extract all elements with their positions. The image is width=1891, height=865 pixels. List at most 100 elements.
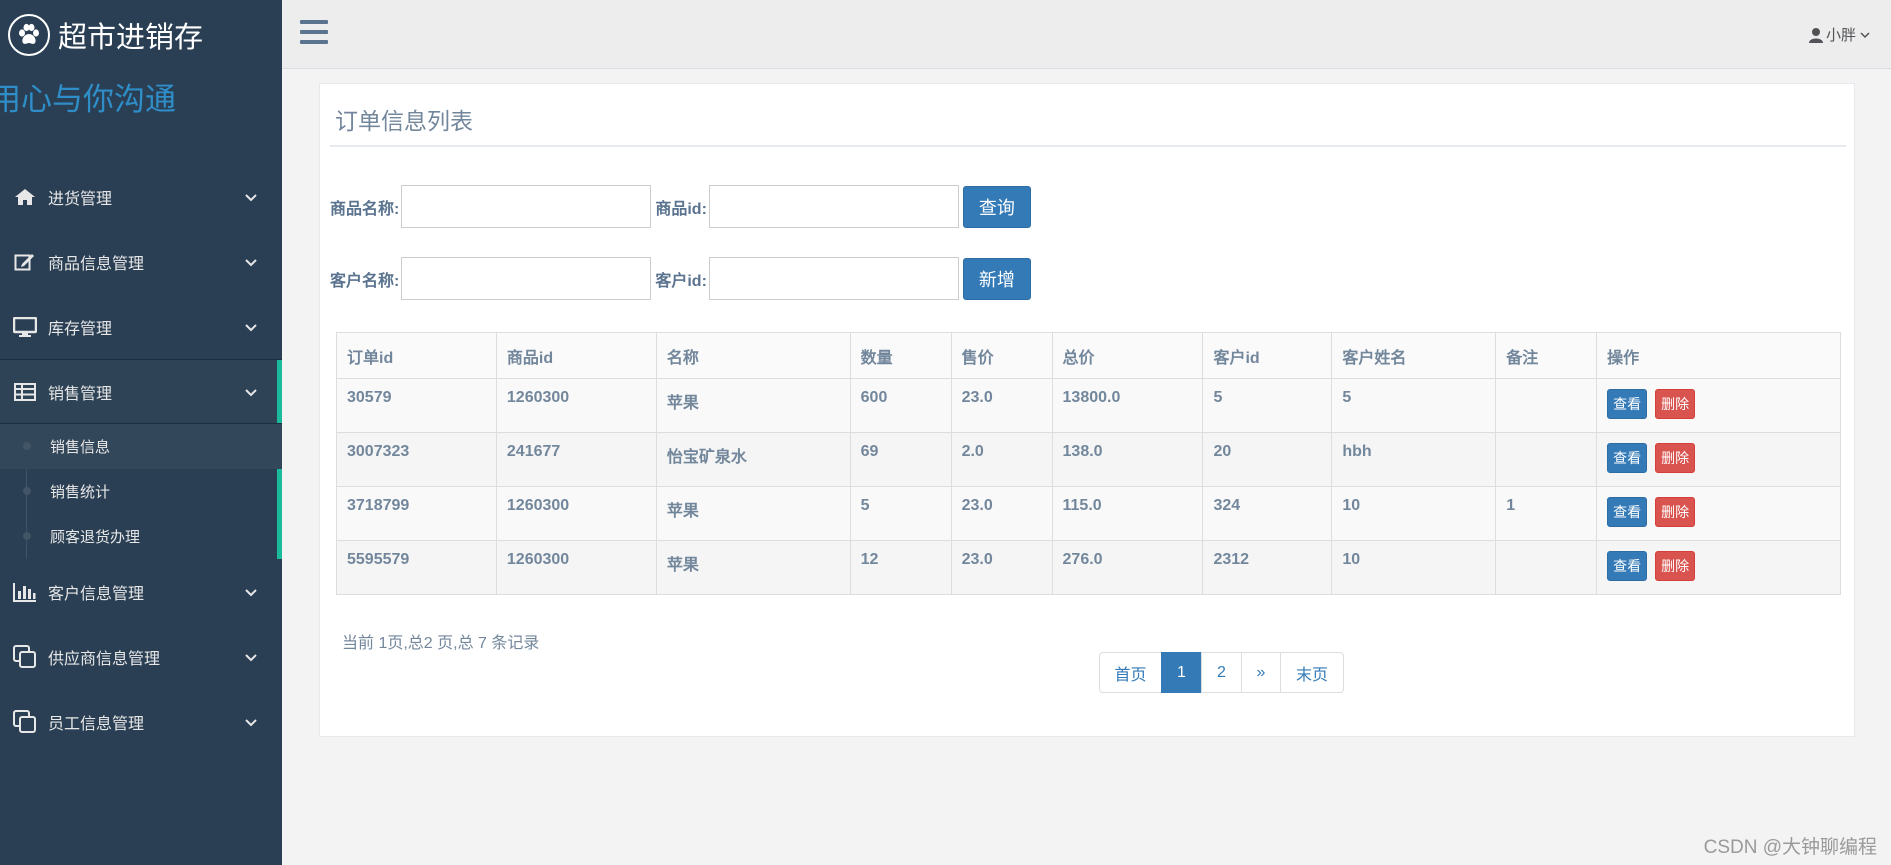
page-info: 当前 1页,总2 页,总 7 条记录: [342, 635, 540, 652]
sidebar-item-inventory[interactable]: 库存管理: [0, 294, 282, 359]
cell-remark: [1495, 540, 1598, 595]
sidebar-item-sales[interactable]: 销售管理: [0, 359, 282, 424]
page-link-2[interactable]: 2: [1201, 652, 1242, 693]
product-name-input[interactable]: [401, 185, 652, 228]
table-header-row: 订单id 商品id 名称 数量 售价 总价 客户id 客户姓名 备注 操作: [336, 332, 1841, 379]
user-name: 小胖: [1825, 27, 1856, 44]
cell-total: 276.0: [1051, 540, 1204, 595]
column-header: 商品id: [495, 332, 657, 379]
view-button[interactable]: 查看: [1607, 497, 1648, 527]
view-button[interactable]: 查看: [1607, 389, 1648, 419]
delete-button[interactable]: 删除: [1655, 443, 1696, 473]
edit-icon: [12, 251, 38, 273]
chevron-down-icon: [245, 323, 257, 331]
cell-product-id: 1260300: [495, 486, 657, 541]
sidebar-item-label: 供应商信息管理: [48, 650, 161, 668]
column-header: 名称: [655, 332, 851, 379]
cell-remark: [1495, 378, 1598, 433]
sidebar-menu: 进货管理 商品信息管理 库存管理 销售管理 销售信息 销售统计 顾客退货办理 客…: [0, 164, 282, 754]
customer-name-input[interactable]: [401, 257, 652, 300]
sidebar-item-label: 员工信息管理: [48, 715, 145, 733]
panel-title: 订单信息列表: [335, 108, 473, 134]
cell-customer-id: 5: [1202, 378, 1333, 433]
cell-total: 138.0: [1051, 432, 1204, 487]
bar-chart-icon: [12, 581, 38, 603]
cell-price: 23.0: [950, 486, 1053, 541]
delete-button[interactable]: 删除: [1655, 551, 1696, 581]
page-link-1[interactable]: 1: [1161, 652, 1202, 693]
user-icon: [1808, 27, 1823, 43]
clone-icon: [12, 644, 38, 668]
first-page-link[interactable]: 首页: [1099, 652, 1162, 693]
slogan: 用心与你沟通: [0, 82, 176, 117]
table-row: 3718799 1260300 苹果 5 23.0 115.0 324 10 1…: [336, 486, 1841, 541]
sidebar-item-purchase[interactable]: 进货管理: [0, 164, 282, 229]
sidebar-item-label: 进货管理: [48, 190, 113, 208]
search-row: 商品名称: 商品id: 查询: [330, 185, 1031, 228]
view-button[interactable]: 查看: [1607, 551, 1648, 581]
product-id-input[interactable]: [708, 185, 959, 228]
orders-table: 订单id 商品id 名称 数量 售价 总价 客户id 客户姓名 备注 操作 30…: [336, 332, 1841, 595]
customer-row: 客户名称: 客户id: 新增: [330, 257, 1031, 300]
submenu-item-sales-stats[interactable]: 销售统计: [0, 469, 282, 514]
brand-title: 超市进销存: [58, 22, 204, 54]
submenu-item-sales-info[interactable]: 销售信息: [0, 424, 282, 469]
customer-id-label: 客户id:: [655, 272, 707, 290]
cell-customer-id: 324: [1202, 486, 1333, 541]
cell-price: 23.0: [950, 540, 1053, 595]
sidebar-item-product-info[interactable]: 商品信息管理: [0, 229, 282, 294]
view-button[interactable]: 查看: [1607, 443, 1648, 473]
cell-customer-id: 20: [1202, 432, 1333, 487]
chevron-down-icon: [245, 588, 257, 596]
sidebar: 超市进销存 用心与你沟通 进货管理 商品信息管理 库存管理 销售管理 销售信息 …: [0, 0, 282, 865]
column-header: 备注: [1495, 332, 1598, 379]
brand[interactable]: 超市进销存: [0, 0, 282, 70]
cell-actions: 查看 删除: [1596, 540, 1841, 595]
column-header: 总价: [1051, 332, 1204, 379]
desktop-icon: [12, 316, 38, 338]
customer-id-input[interactable]: [708, 257, 959, 300]
last-page-link[interactable]: 末页: [1280, 652, 1344, 693]
cell-name: 怡宝矿泉水: [655, 432, 851, 487]
menu-toggle-icon[interactable]: [300, 20, 328, 46]
delete-button[interactable]: 删除: [1655, 497, 1696, 527]
cell-order-id: 3007323: [336, 432, 497, 487]
top-nav: 小胖: [282, 0, 1891, 69]
sidebar-item-employee-info[interactable]: 员工信息管理: [0, 689, 282, 754]
watermark: CSDN @大钟聊编程: [1703, 837, 1877, 858]
cell-order-id: 30579: [336, 378, 497, 433]
cell-order-id: 5595579: [336, 540, 497, 595]
column-header: 操作: [1596, 332, 1841, 379]
cell-quantity: 5: [849, 486, 952, 541]
cell-customer-id: 2312: [1202, 540, 1333, 595]
sidebar-item-supplier-info[interactable]: 供应商信息管理: [0, 624, 282, 689]
cell-quantity: 12: [849, 540, 952, 595]
query-button[interactable]: 查询: [962, 185, 1031, 228]
delete-button[interactable]: 删除: [1655, 389, 1696, 419]
customer-name-label: 客户名称:: [330, 272, 400, 290]
column-header: 订单id: [336, 332, 497, 379]
column-header: 客户姓名: [1331, 332, 1497, 379]
cell-customer-name: 5: [1331, 378, 1497, 433]
sales-submenu: 销售信息 销售统计 顾客退货办理: [0, 424, 282, 559]
table-icon: [12, 381, 38, 403]
sidebar-item-customer-info[interactable]: 客户信息管理: [0, 559, 282, 624]
cell-price: 2.0: [950, 432, 1053, 487]
next-page-link[interactable]: »: [1241, 652, 1281, 693]
cell-total: 115.0: [1051, 486, 1204, 541]
column-header: 数量: [849, 332, 952, 379]
submenu-item-customer-returns[interactable]: 顾客退货办理: [0, 514, 282, 559]
paw-icon: [8, 14, 50, 56]
pagination: 首页 1 2 » 末页: [1099, 652, 1344, 693]
chevron-down-icon: [245, 388, 257, 396]
sidebar-item-label: 客户信息管理: [48, 585, 145, 603]
column-header: 售价: [950, 332, 1053, 379]
user-menu[interactable]: 小胖: [1808, 24, 1873, 45]
cell-name: 苹果: [655, 540, 851, 595]
add-button[interactable]: 新增: [962, 257, 1031, 300]
table-row: 30579 1260300 苹果 600 23.0 13800.0 5 5 查看…: [336, 378, 1841, 433]
home-icon: [12, 186, 38, 208]
chevron-down-icon: [1860, 31, 1870, 38]
column-header: 客户id: [1202, 332, 1333, 379]
chevron-down-icon: [245, 193, 257, 201]
